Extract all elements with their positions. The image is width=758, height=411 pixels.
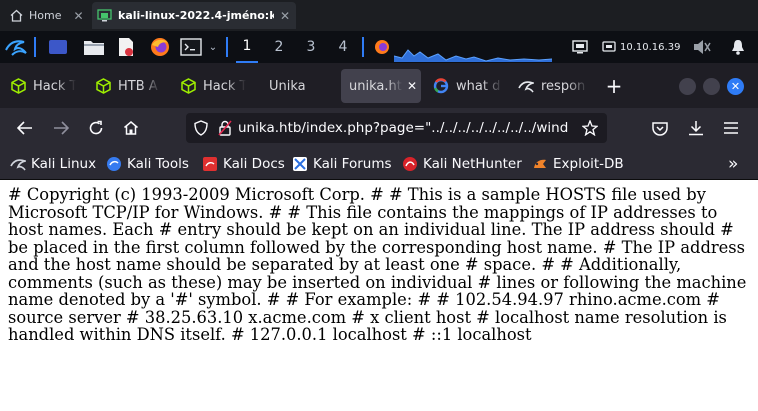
workspace-3[interactable]: 3 (300, 31, 322, 63)
tab-unika-active[interactable]: unika.ht ✕ (341, 69, 421, 103)
chevron-down-icon[interactable]: ⌄ (206, 31, 220, 63)
tab-label: Hack T (33, 78, 76, 94)
kali-panel: ⌄ 1 2 3 4 10.10.16.39 (0, 31, 758, 63)
page-body-text: # Copyright (c) 1993-2009 Microsoft Corp… (8, 185, 747, 344)
tab-label: Unika (269, 78, 306, 94)
google-icon (433, 78, 449, 94)
tab-google-search[interactable]: what d (433, 69, 503, 103)
ip-address: 10.10.16.39 (620, 41, 681, 53)
back-arrow-icon[interactable] (12, 116, 38, 140)
kali-docs-icon (202, 156, 218, 172)
hackthebox-icon (95, 78, 111, 94)
host-tab-kali[interactable]: kali-linux-2022.4-jméno:k… ✕ (92, 2, 296, 29)
tab-hack-the-box-1[interactable]: Hack T (10, 69, 76, 103)
exploit-db-icon (532, 156, 548, 172)
bookmark-label: Kali Tools (127, 155, 189, 172)
bookmark-label: Kali Forums (313, 155, 392, 172)
desktop-icon[interactable] (46, 31, 70, 63)
bookmarks-overflow-chevron-icon[interactable]: » (728, 148, 738, 179)
maximize-button[interactable] (703, 78, 720, 95)
tab-label: Hack T (203, 78, 246, 94)
host-tab-label: Home (29, 9, 62, 22)
close-window-button[interactable]: ✕ (727, 78, 744, 95)
bookmark-label: Kali Docs (223, 155, 285, 172)
workspace-1[interactable]: 1 (236, 31, 258, 63)
workspace-4[interactable]: 4 (332, 31, 354, 63)
hackthebox-icon (180, 78, 196, 94)
browser-tab-strip: Hack T HTB A Hack T Unika unika.ht ✕ wha… (0, 63, 758, 108)
bookmark-kali-linux[interactable]: Kali Linux (10, 148, 96, 179)
close-icon[interactable]: ✕ (280, 9, 290, 23)
tab-htb-academy[interactable]: HTB A (95, 69, 161, 103)
bookmark-label: Kali Linux (31, 155, 97, 172)
home-icon (8, 8, 24, 24)
tab-label: what d (456, 78, 501, 94)
bookmark-exploit-db[interactable]: Exploit-DB (532, 148, 624, 179)
host-tab-label: kali-linux-2022.4-jméno:k… (118, 9, 274, 22)
tab-label: respon (541, 78, 586, 94)
new-tab-button[interactable]: + (604, 69, 624, 103)
host-window-tabbar: Home ✕ kali-linux-2022.4-jméno:k… ✕ (0, 0, 758, 31)
kali-dragon-icon (518, 78, 534, 94)
bookmark-label: Exploit-DB (553, 155, 624, 172)
tab-responder[interactable]: respon (518, 69, 588, 103)
address-bar[interactable]: unika.htb/index.php?page="../../../../..… (186, 113, 607, 143)
kali-linux-icon (10, 156, 26, 172)
minimize-button[interactable] (679, 78, 696, 95)
url-text[interactable]: unika.htb/index.php?page="../../../../..… (238, 120, 574, 136)
close-icon[interactable]: ✕ (407, 79, 417, 93)
shield-icon[interactable] (194, 120, 208, 136)
files-icon[interactable] (82, 31, 106, 63)
tab-unika[interactable]: Unika (262, 69, 332, 103)
bookmarks-toolbar: Kali Linux Kali Tools Kali Docs Kali For… (0, 148, 758, 180)
kali-tools-icon (106, 156, 122, 172)
vm-icon (96, 8, 112, 24)
reload-icon[interactable] (83, 116, 109, 140)
kali-menu-icon[interactable] (4, 31, 28, 63)
bookmark-star-icon[interactable] (582, 120, 598, 136)
bookmark-kali-docs[interactable]: Kali Docs (202, 148, 285, 179)
text-editor-icon[interactable] (114, 31, 138, 63)
network-icon[interactable] (570, 31, 590, 63)
close-icon[interactable]: ✕ (73, 9, 83, 23)
menu-icon[interactable] (718, 116, 744, 140)
network-graph (394, 31, 552, 63)
nethunter-icon (402, 156, 418, 172)
kali-forums-icon (292, 156, 308, 172)
bookmark-kali-forums[interactable]: Kali Forums (292, 148, 392, 179)
downloads-icon[interactable] (683, 116, 709, 140)
bookmark-kali-nethunter[interactable]: Kali NetHunter (402, 148, 522, 179)
bookmark-label: Kali NetHunter (423, 155, 522, 172)
insecure-lock-icon[interactable] (218, 120, 232, 136)
firefox-icon[interactable] (148, 31, 172, 63)
forward-arrow-icon[interactable] (48, 116, 74, 140)
tab-label: unika.ht (349, 78, 402, 94)
navigation-bar: unika.htb/index.php?page="../../../../..… (0, 108, 758, 148)
bookmark-kali-tools[interactable]: Kali Tools (106, 148, 189, 179)
host-tab-home[interactable]: Home ✕ (4, 2, 86, 29)
hackthebox-icon (10, 78, 26, 94)
active-window-icon[interactable] (372, 31, 392, 63)
workspace-2[interactable]: 2 (268, 31, 290, 63)
vpn-icon[interactable] (600, 31, 618, 63)
home-icon[interactable] (118, 116, 144, 140)
notification-bell-icon[interactable] (728, 31, 748, 63)
mute-icon[interactable] (692, 31, 712, 63)
tab-hack-the-box-2[interactable]: Hack T (180, 69, 246, 103)
tab-label: HTB A (118, 78, 158, 94)
terminal-icon[interactable] (178, 31, 204, 63)
pocket-icon[interactable] (647, 116, 673, 140)
